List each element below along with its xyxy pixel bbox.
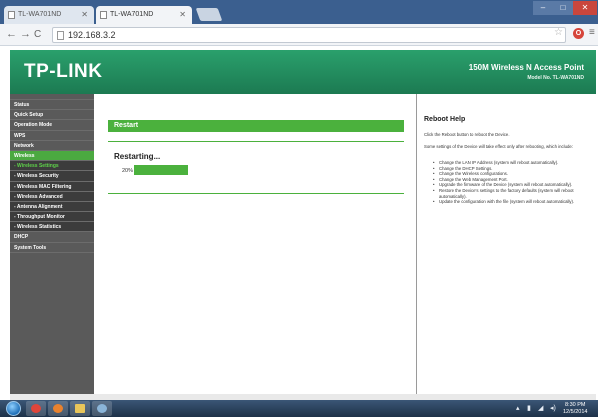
maximize-button[interactable]: □ xyxy=(553,1,573,15)
tp-link-logo: TP-LINK xyxy=(24,61,103,82)
reload-icon[interactable]: C xyxy=(34,29,41,40)
sidebar-item-quick-setup[interactable]: Quick Setup xyxy=(10,110,94,121)
sidebar-item-system-tools[interactable]: System Tools xyxy=(10,243,94,253)
new-tab-button[interactable] xyxy=(195,8,223,21)
sidebar-menu: Status Quick Setup Operation Mode WPS Ne… xyxy=(10,94,94,394)
extension-icon[interactable]: O xyxy=(573,28,584,39)
minimize-button[interactable]: – xyxy=(533,1,553,15)
tab-label: TL-WA701ND xyxy=(110,11,154,18)
tray-arrow-icon[interactable]: ▴ xyxy=(516,404,520,412)
taskbar: ▴ ▮ ◢ ◂) 8:30 PM 12/5/2014 xyxy=(0,400,598,417)
start-button[interactable] xyxy=(6,401,21,416)
sidebar-item-wireless-statistics[interactable]: - Wireless Statistics xyxy=(10,222,94,233)
tab-label: TL-WA701ND xyxy=(18,11,62,18)
sidebar-item-wireless-security[interactable]: - Wireless Security xyxy=(10,171,94,182)
back-arrow-icon[interactable]: ← xyxy=(6,28,17,40)
sidebar-item-wps[interactable]: WPS xyxy=(10,131,94,141)
divider xyxy=(108,193,404,194)
taskbar-app-paint[interactable] xyxy=(92,401,112,416)
sidebar-item-antenna-alignment[interactable]: - Antenna Alignment xyxy=(10,201,94,213)
model-number: Model No. TL-WA701ND xyxy=(527,75,584,81)
section-header: Restart xyxy=(108,120,404,132)
sidebar-item-throughput-monitor[interactable]: - Throughput Monitor xyxy=(10,212,94,223)
taskbar-app-firefox[interactable] xyxy=(48,401,68,416)
sidebar-item-status[interactable]: Status xyxy=(10,100,94,111)
help-list-item: Restore the Device's settings to the fac… xyxy=(433,188,593,199)
url-text[interactable]: 192.168.3.2 xyxy=(68,30,116,40)
sidebar-item-wireless[interactable]: Wireless xyxy=(10,150,94,162)
paint-icon xyxy=(97,404,107,413)
sidebar-item-dhcp[interactable]: DHCP xyxy=(10,232,94,243)
product-title: 150M Wireless N Access Point xyxy=(468,63,584,72)
browser-tab[interactable]: TL-WA701ND ✕ xyxy=(4,6,94,24)
progress-bar xyxy=(134,165,188,175)
network-icon[interactable]: ▮ xyxy=(527,404,531,412)
system-clock[interactable]: 8:30 PM 12/5/2014 xyxy=(563,402,587,415)
divider xyxy=(108,141,404,142)
sidebar-item-network[interactable]: Network xyxy=(10,141,94,151)
menu-icon[interactable]: ≡ xyxy=(589,27,595,38)
volume-icon[interactable]: ◂) xyxy=(550,404,556,412)
help-description: Some settings of the Device will take ef… xyxy=(424,144,573,149)
taskbar-app-chrome[interactable] xyxy=(26,401,46,416)
taskbar-app-explorer[interactable] xyxy=(70,401,90,416)
help-list-item: Update the configuration with the file (… xyxy=(433,199,593,205)
page-icon xyxy=(8,11,15,19)
sidebar-item-wireless-mac-filtering[interactable]: - Wireless MAC Filtering xyxy=(10,181,94,192)
help-title: Reboot Help xyxy=(424,116,466,123)
browser-toolbar: ← → C 192.168.3.2 ☆ O ≡ xyxy=(0,24,598,46)
browser-tab-bar: TL-WA701ND ✕ TL-WA701ND ✕ – □ ✕ xyxy=(0,0,598,24)
forward-arrow-icon[interactable]: → xyxy=(20,28,31,40)
sidebar-item-wireless-settings[interactable]: - Wireless Settings xyxy=(10,161,94,172)
clock-date: 12/5/2014 xyxy=(563,408,588,415)
main-content: Restart Restarting... 20% xyxy=(94,94,416,394)
help-list: Change the LAN IP Address (system will r… xyxy=(433,160,593,205)
progress-bar-fill xyxy=(134,165,188,175)
signal-icon[interactable]: ◢ xyxy=(538,404,543,412)
close-tab-icon[interactable]: ✕ xyxy=(179,10,186,19)
page-icon xyxy=(100,11,107,19)
page-icon xyxy=(57,31,64,40)
window-close-button[interactable]: ✕ xyxy=(573,1,597,15)
folder-icon xyxy=(75,404,85,413)
sidebar-item-operation-mode[interactable]: Operation Mode xyxy=(10,120,94,131)
restart-status: Restarting... xyxy=(114,152,161,161)
bookmark-star-icon[interactable]: ☆ xyxy=(554,27,563,38)
section-title: Restart xyxy=(114,122,139,129)
address-bar[interactable]: 192.168.3.2 xyxy=(52,27,566,43)
chrome-icon xyxy=(31,404,41,413)
router-header: TP-LINK 150M Wireless N Access Point Mod… xyxy=(10,50,596,94)
help-panel: Reboot Help Click the Reboot button to r… xyxy=(416,94,596,394)
progress-percent: 20% xyxy=(122,168,134,174)
browser-tab-active[interactable]: TL-WA701ND ✕ xyxy=(96,6,192,24)
clock-time: 8:30 PM xyxy=(564,402,586,408)
firefox-icon xyxy=(53,404,63,413)
help-intro: Click the Reboot button to reboot the De… xyxy=(424,132,510,137)
sidebar-item-wireless-advanced[interactable]: - Wireless Advanced xyxy=(10,191,94,202)
close-tab-icon[interactable]: ✕ xyxy=(81,10,88,19)
